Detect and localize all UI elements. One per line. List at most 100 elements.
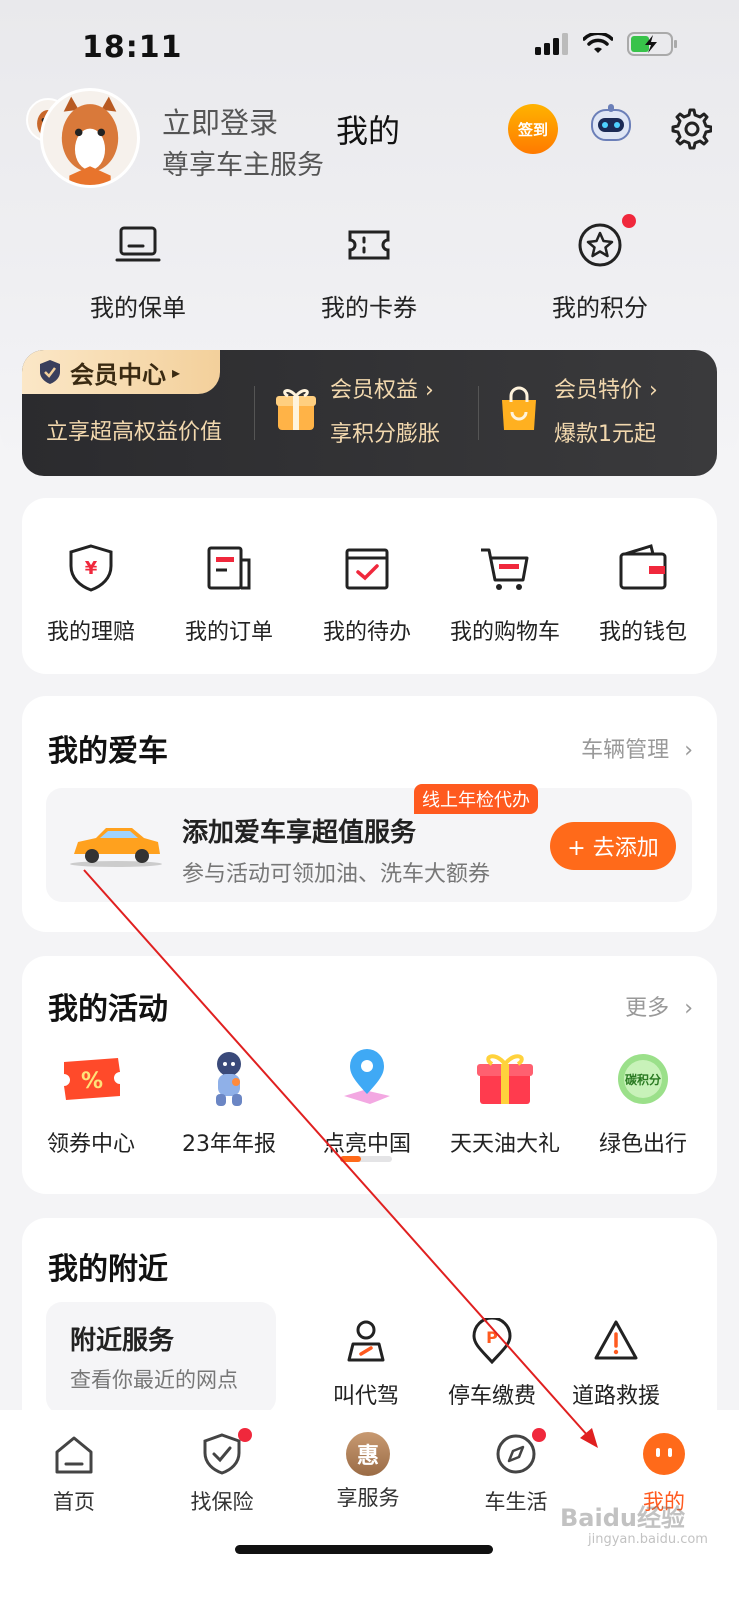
activities-more-link[interactable]: 更多 › (625, 990, 693, 1022)
watermark-url: jingyan.baidu.com (588, 1532, 708, 1547)
nearby-services-box[interactable]: 附近服务 查看你最近的网点 (46, 1302, 276, 1414)
my-car-card: 我的爱车 车辆管理 › 线上年检代办 添加爱车享超值服务 参与活动可领加油、洗车… (22, 696, 717, 932)
gift-box-icon (276, 389, 316, 430)
tab-label: 找保险 (190, 1490, 254, 1514)
claim-icon: ¥ (69, 544, 113, 592)
carbon-points-icon: 碳积分 (618, 1054, 668, 1104)
chevron-right-icon: ▸ (172, 362, 181, 382)
nearby-designated-driver[interactable]: 叫代驾 (306, 1318, 426, 1410)
login-subtitle: 尊享车主服务 (162, 150, 324, 181)
warning-icon (594, 1320, 638, 1360)
notification-dot (532, 1428, 546, 1442)
activity-annual-report[interactable]: 23年年报 (164, 1046, 294, 1158)
tab-label: 享服务 (336, 1486, 400, 1510)
todo-icon (345, 548, 389, 590)
activity-label: 天天油大礼 (449, 1132, 560, 1157)
shield-badge-icon (40, 360, 60, 384)
page-title: 我的 (336, 112, 401, 150)
service-label: 我的钱包 (598, 620, 687, 645)
divider (478, 386, 479, 440)
service-cart[interactable]: 我的购物车 (440, 542, 570, 646)
wifi-icon (583, 33, 613, 53)
service-todo[interactable]: 我的待办 (302, 542, 432, 646)
divider (254, 386, 255, 440)
tab-label: 首页 (53, 1490, 95, 1514)
chevron-right-icon: › (684, 738, 693, 763)
nearby-box-subtitle: 查看你最近的网点 (70, 1368, 238, 1392)
add-car-button[interactable]: + 去添加 (550, 822, 676, 870)
quick-link-points[interactable]: 我的积分 (530, 214, 670, 323)
activity-daily-gift[interactable]: 天天油大礼 (440, 1046, 570, 1158)
annual-report-icon (216, 1052, 242, 1106)
parking-icon: P (472, 1316, 512, 1365)
member-deals-link[interactable]: 会员特价 › 爆款1元起 (554, 372, 658, 448)
cart-icon (481, 548, 529, 590)
vehicle-manage-label: 车辆管理 (581, 738, 670, 763)
my-car-title: 我的爱车 (48, 734, 168, 769)
notification-dot (238, 1428, 252, 1442)
nearby-box-title: 附近服务 (70, 1326, 175, 1356)
quick-link-coupons[interactable]: 我的卡券 (299, 220, 439, 323)
activities-more-label: 更多 (625, 996, 670, 1021)
quick-link-policy[interactable]: 我的保单 (68, 220, 208, 323)
gift-icon (477, 1054, 533, 1104)
member-center-badge[interactable]: 会员中心 ▸ (22, 350, 220, 394)
member-benefits-link[interactable]: 会员权益 › 享积分膨胀 (330, 372, 440, 448)
tab-home[interactable]: 首页 (24, 1432, 124, 1516)
tab-label: 车生活 (484, 1490, 548, 1514)
service-label: 我的订单 (184, 620, 273, 645)
nearby-road-rescue[interactable]: 道路救援 (556, 1318, 676, 1410)
wallet-icon (619, 544, 667, 590)
service-orders[interactable]: 我的订单 (164, 542, 294, 646)
avatar (40, 88, 140, 188)
nearby-card: 我的附近 附近服务 查看你最近的网点 叫代驾 P 停车缴费 道路救援 (22, 1218, 717, 1438)
status-icons (535, 32, 679, 56)
tab-car-life[interactable]: 车生活 (466, 1428, 566, 1516)
car-icon (70, 828, 162, 867)
watermark-logo: Baidu经验 (560, 1504, 685, 1532)
service-label: 我的理赔 (46, 620, 135, 645)
order-icon (207, 546, 251, 590)
activity-light-china[interactable]: 点亮中国 (302, 1046, 432, 1158)
tab-services[interactable]: 惠 享服务 (318, 1432, 418, 1512)
activity-coupon-center[interactable]: % 领券中心 (26, 1046, 156, 1158)
vehicle-manage-link[interactable]: 车辆管理 › (581, 732, 693, 764)
service-wallet[interactable]: 我的钱包 (578, 542, 708, 646)
compass-icon (496, 1434, 536, 1474)
activities-title: 我的活动 (48, 992, 168, 1027)
add-car-promo[interactable]: 线上年检代办 添加爱车享超值服务 参与活动可领加油、洗车大额券 + 去添加 (46, 784, 692, 902)
coupon-center-icon: % (64, 1058, 120, 1100)
activity-green-travel[interactable]: 碳积分 绿色出行 (578, 1046, 708, 1158)
login-link[interactable]: 立即登录 (162, 100, 278, 142)
activity-label: 绿色出行 (598, 1132, 687, 1157)
tab-insurance[interactable]: 找保险 (172, 1428, 272, 1516)
signal-icon (535, 33, 568, 55)
svg-text:¥: ¥ (85, 558, 98, 579)
quick-link-label: 我的积分 (552, 294, 648, 322)
signin-button[interactable]: 签到 (508, 104, 558, 154)
activity-label: 点亮中国 (322, 1132, 411, 1157)
settings-gear-icon[interactable] (668, 106, 712, 150)
nearby-item-label: 道路救援 (571, 1384, 660, 1409)
robot-assistant-icon[interactable] (588, 102, 634, 148)
policy-icon (115, 226, 161, 262)
service-label: 我的待办 (322, 620, 411, 645)
profile-face-icon (643, 1433, 685, 1475)
activities-scroll-thumb (340, 1156, 361, 1162)
member-benefits-sub: 享积分膨胀 (330, 422, 441, 447)
activities-card: 我的活动 更多 › % 领券中心 23年年报 点亮中国 天天油大礼 碳积分 绿色… (22, 956, 717, 1194)
nearby-item-label: 停车缴费 (447, 1384, 536, 1409)
member-deals-sub: 爆款1元起 (554, 422, 656, 447)
notification-dot (622, 214, 636, 228)
member-center-banner[interactable]: 会员中心 ▸ 立享超高权益价值 会员权益 › 享积分膨胀 会员特价 › 爆款1元… (22, 350, 717, 476)
svg-text:%: % (81, 1069, 103, 1094)
nearby-parking[interactable]: P 停车缴费 (432, 1316, 552, 1410)
service-claims[interactable]: ¥ 我的理赔 (26, 542, 156, 646)
status-time: 18:11 (82, 30, 183, 65)
signin-label: 签到 (517, 120, 548, 139)
hui-icon: 惠 (346, 1432, 390, 1476)
service-label: 我的购物车 (449, 620, 560, 645)
profile-header: 立即登录 尊享车主服务 我的 签到 (0, 88, 739, 198)
nearby-item-label: 叫代驾 (332, 1384, 399, 1409)
quick-link-label: 我的卡券 (321, 294, 417, 322)
